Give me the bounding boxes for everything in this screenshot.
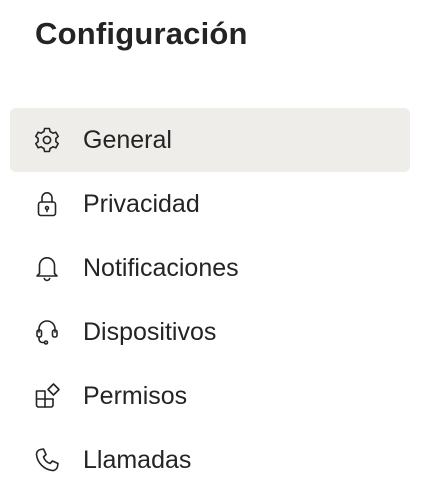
page-title: Configuración (35, 16, 248, 51)
menu-item-llamadas[interactable]: Llamadas (10, 428, 410, 492)
headset-icon (32, 317, 62, 347)
lock-icon (32, 189, 62, 219)
gear-icon (32, 125, 62, 155)
menu-item-label: Notificaciones (83, 254, 239, 282)
menu-item-label: Permisos (83, 382, 188, 410)
menu-item-label: Llamadas (83, 446, 192, 474)
bell-icon (32, 253, 62, 283)
apps-icon (32, 381, 62, 411)
menu-item-notificaciones[interactable]: Notificaciones (10, 236, 410, 300)
menu-item-label: Privacidad (83, 190, 200, 218)
menu-item-general[interactable]: General (10, 108, 410, 172)
menu-item-permisos[interactable]: Permisos (10, 364, 410, 428)
menu-item-privacidad[interactable]: Privacidad (10, 172, 410, 236)
phone-icon (32, 445, 62, 475)
menu-item-label: Dispositivos (83, 318, 217, 346)
settings-menu: General Privacidad Notificaciones Dispos… (10, 108, 410, 492)
menu-item-label: General (83, 126, 172, 154)
menu-item-dispositivos[interactable]: Dispositivos (10, 300, 410, 364)
